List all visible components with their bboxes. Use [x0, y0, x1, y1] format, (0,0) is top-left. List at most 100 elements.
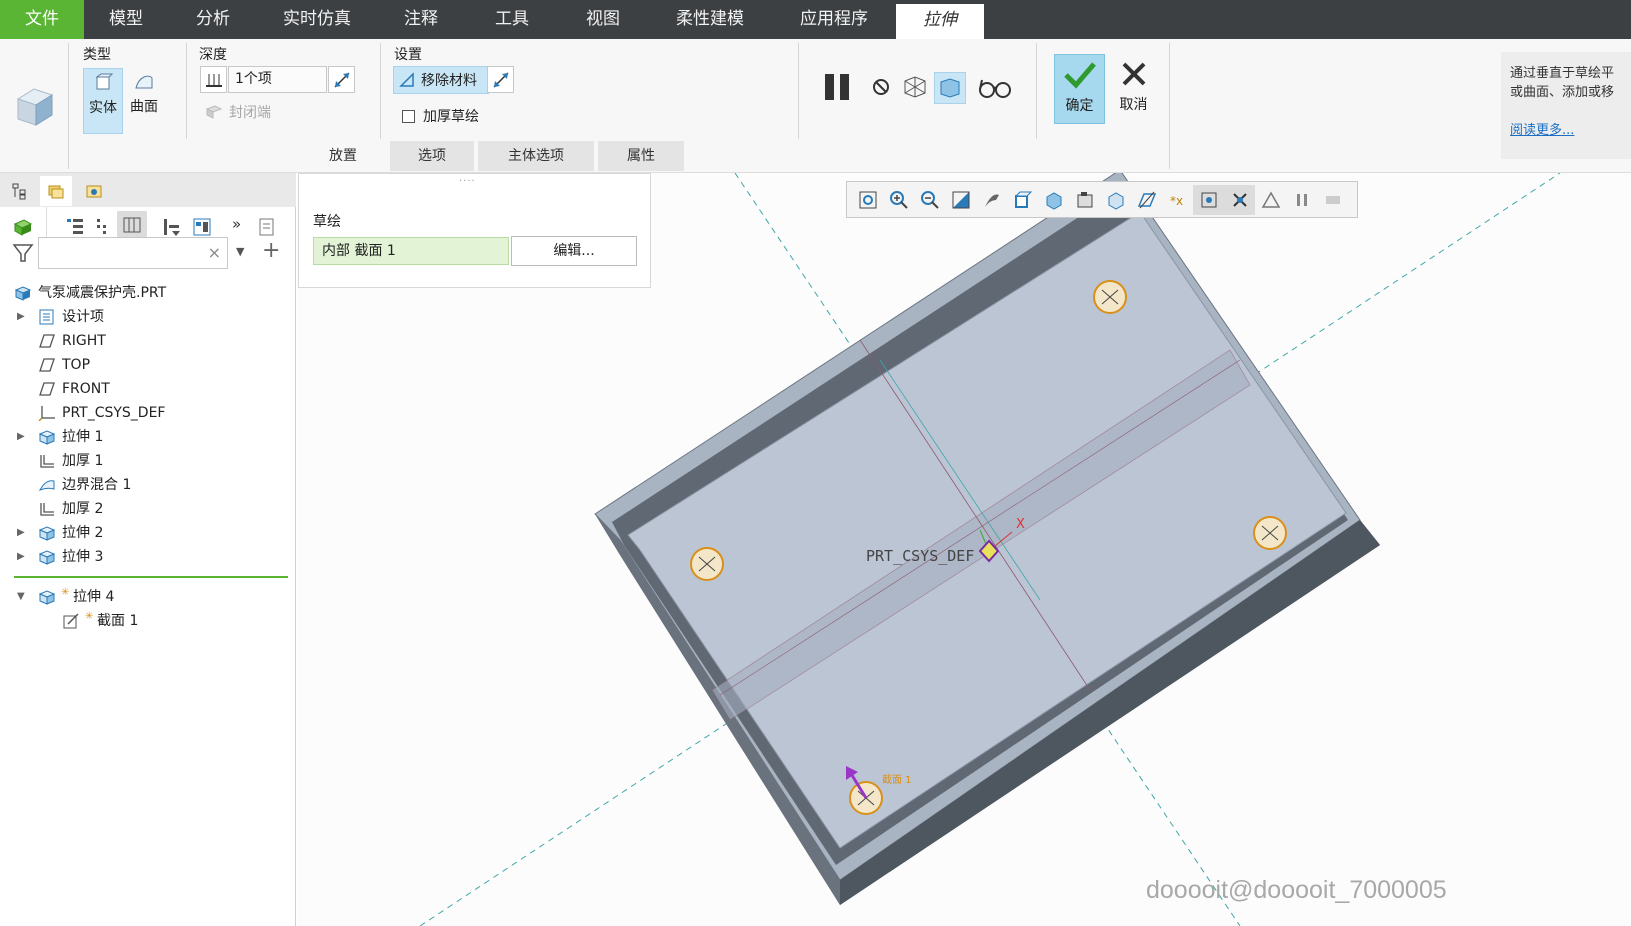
- solid-button[interactable]: 实体: [83, 68, 123, 134]
- tree-item-label: TOP: [62, 357, 91, 373]
- remove-material-toggle[interactable]: 移除材料: [393, 66, 489, 94]
- verify-preview-button[interactable]: [934, 72, 966, 104]
- depth-value-field[interactable]: 1个项: [228, 66, 327, 93]
- sketch-collector-field[interactable]: 内部 截面 1: [313, 237, 509, 265]
- tree-item-extrude-3[interactable]: ▶ 拉伸 3: [0, 545, 296, 569]
- checkmark-icon: [1063, 62, 1096, 89]
- zoom-out-icon[interactable]: [914, 185, 945, 215]
- expand-arrow-icon[interactable]: ▶: [17, 545, 25, 569]
- part-body-icon[interactable]: [12, 217, 34, 237]
- cap-ends-icon: [205, 105, 223, 119]
- thicken-sketch-checkbox[interactable]: [402, 109, 415, 123]
- blind-depth-icon: [205, 73, 222, 87]
- tab-properties[interactable]: 属性: [598, 141, 684, 171]
- insert-here-marker[interactable]: [14, 576, 288, 578]
- pause-icon[interactable]: [822, 72, 852, 102]
- datum-csys-icon[interactable]: [1193, 184, 1224, 215]
- ok-button[interactable]: 确定: [1054, 54, 1105, 124]
- tree-item-section-1[interactable]: ✳ 截面 1: [0, 609, 296, 633]
- layer-tree-icon[interactable]: [192, 217, 212, 237]
- flip-material-side-button[interactable]: [487, 66, 514, 93]
- insert-here-row[interactable]: [0, 569, 296, 585]
- tree-item-extrude-2[interactable]: ▶ 拉伸 2: [0, 521, 296, 545]
- tab-extrude[interactable]: 拉伸: [896, 4, 984, 39]
- repaint-icon[interactable]: [945, 185, 976, 215]
- menu-flexible-modeling[interactable]: 柔性建模: [648, 0, 772, 39]
- tree-item-thicken-2[interactable]: 加厚 2: [0, 497, 296, 521]
- tree-item-top-plane[interactable]: TOP: [0, 353, 296, 377]
- section-tag: 截面 1: [882, 773, 912, 786]
- tree-item-part[interactable]: 气泵减震保护壳.PRT: [0, 281, 296, 305]
- thicken-sketch-option[interactable]: 加厚草绘: [402, 106, 479, 126]
- tab-placement[interactable]: 放置: [300, 141, 386, 171]
- filter-icon[interactable]: [12, 242, 34, 264]
- tree-item-extrude-4[interactable]: ▼ ✳ 拉伸 4: [0, 585, 296, 609]
- tree-item-extrude-1[interactable]: ▶ 拉伸 1: [0, 425, 296, 449]
- menu-model[interactable]: 模型: [84, 0, 168, 39]
- tree-search-input[interactable]: ×: [38, 237, 228, 269]
- tree-settings-icon[interactable]: [258, 217, 276, 237]
- spin-center-icon[interactable]: [1224, 184, 1255, 215]
- view-manager-icon[interactable]: [1038, 185, 1069, 215]
- favorites-tab[interactable]: [78, 176, 110, 206]
- zoom-in-icon[interactable]: [883, 185, 914, 215]
- collapse-arrow-icon[interactable]: ▼: [17, 585, 25, 609]
- tree-item-front-plane[interactable]: FRONT: [0, 377, 296, 401]
- section-view-icon[interactable]: [1100, 185, 1131, 215]
- hidden-view-icon[interactable]: [1317, 185, 1348, 215]
- tree-item-boundary-blend-1[interactable]: 边界混合 1: [0, 473, 296, 497]
- depth-option-button[interactable]: [200, 66, 227, 93]
- menu-file[interactable]: 文件: [0, 0, 84, 39]
- perspective-icon[interactable]: [1069, 185, 1100, 215]
- clear-search-icon[interactable]: ×: [208, 243, 221, 262]
- tab-options[interactable]: 选项: [390, 141, 474, 171]
- display-style-icon[interactable]: [976, 185, 1007, 215]
- model-tree-panel: » × ▼ + 气泵减震保护壳.PRT ▶ 设计项 RIGHT TOP FRON…: [0, 173, 296, 926]
- remove-material-icon: [399, 72, 414, 87]
- pause-view-icon[interactable]: [1286, 185, 1317, 215]
- thicken-icon: [40, 455, 54, 468]
- tree-item-design-items[interactable]: ▶ 设计项: [0, 305, 296, 329]
- menu-applications[interactable]: 应用程序: [772, 0, 896, 39]
- read-more-link[interactable]: 阅读更多...: [1510, 123, 1574, 138]
- glasses-preview-icon[interactable]: [978, 77, 1012, 99]
- folder-browser-tab[interactable]: [40, 176, 72, 206]
- datum-points-icon[interactable]: *x: [1162, 185, 1193, 215]
- design-items-icon: [39, 309, 54, 325]
- tree-item-right-plane[interactable]: RIGHT: [0, 329, 296, 353]
- expand-arrow-icon[interactable]: ▶: [17, 521, 25, 545]
- tree-item-thicken-1[interactable]: 加厚 1: [0, 449, 296, 473]
- no-preview-icon[interactable]: [872, 78, 890, 96]
- filter-dropdown-icon[interactable]: ▼: [236, 245, 244, 258]
- tree-filter-settings-icon[interactable]: [162, 217, 182, 237]
- tree-columns-button[interactable]: [117, 211, 147, 239]
- expand-arrow-icon[interactable]: ▶: [17, 305, 25, 329]
- datum-planes-icon[interactable]: [1131, 185, 1162, 215]
- add-filter-icon[interactable]: +: [262, 238, 280, 263]
- model-tree-tab[interactable]: [4, 176, 36, 206]
- expand-arrow-icon[interactable]: ▶: [17, 425, 25, 449]
- saved-orientations-icon[interactable]: [1007, 185, 1038, 215]
- annotation-display-icon[interactable]: [1255, 185, 1286, 215]
- tree-outline-icon[interactable]: [94, 217, 110, 237]
- tree-item-label: 拉伸 1: [62, 429, 104, 445]
- menu-view[interactable]: 视图: [558, 0, 648, 39]
- menubar: 文件 模型 分析 实时仿真 注释 工具 视图 柔性建模 应用程序 拉伸: [0, 0, 1631, 39]
- cap-ends-option[interactable]: 封闭端: [205, 102, 271, 122]
- tree-item-label: RIGHT: [62, 333, 106, 349]
- flip-depth-direction-button[interactable]: [328, 66, 355, 93]
- panel-grip-icon[interactable]: ····: [459, 176, 476, 187]
- menu-annotate[interactable]: 注释: [376, 0, 466, 39]
- refit-icon[interactable]: [852, 185, 883, 215]
- mesh-preview-icon[interactable]: [902, 75, 928, 99]
- menu-analysis[interactable]: 分析: [168, 0, 258, 39]
- edit-sketch-button[interactable]: 编辑...: [511, 236, 637, 266]
- tree-list-icon[interactable]: [65, 217, 85, 237]
- surface-button[interactable]: 曲面: [124, 68, 164, 134]
- more-tools-icon[interactable]: »: [232, 215, 241, 233]
- tree-item-csys[interactable]: PRT_CSYS_DEF: [0, 401, 296, 425]
- menu-realtime-sim[interactable]: 实时仿真: [258, 0, 376, 39]
- cancel-button[interactable]: 取消: [1108, 54, 1159, 124]
- tab-body-options[interactable]: 主体选项: [478, 141, 594, 171]
- menu-tools[interactable]: 工具: [466, 0, 558, 39]
